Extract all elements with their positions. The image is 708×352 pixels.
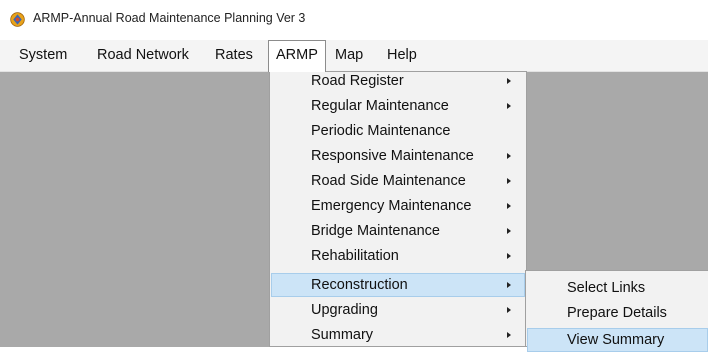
submenu-arrow-icon — [507, 153, 511, 159]
menu-item-label: Emergency Maintenance — [311, 198, 472, 214]
submenu-arrow-icon — [507, 253, 511, 259]
menu-item-road-side-maintenance[interactable]: Road Side Maintenance — [271, 169, 525, 193]
submenu-item-view-summary[interactable]: View Summary — [527, 328, 708, 352]
menu-road-network[interactable]: Road Network — [90, 40, 196, 71]
menu-item-rehabilitation[interactable]: Rehabilitation — [271, 244, 525, 268]
menu-map[interactable]: Map — [328, 40, 370, 71]
submenu-item-prepare-details[interactable]: Prepare Details — [527, 301, 708, 325]
menu-item-summary[interactable]: Summary — [271, 323, 525, 347]
menu-item-periodic-maintenance[interactable]: Periodic Maintenance — [271, 119, 525, 143]
menu-item-label: Periodic Maintenance — [311, 123, 451, 139]
menu-item-emergency-maintenance[interactable]: Emergency Maintenance — [271, 194, 525, 218]
submenu-item-label: Prepare Details — [567, 305, 667, 321]
menu-item-label: Regular Maintenance — [311, 98, 449, 114]
menu-item-upgrading[interactable]: Upgrading — [271, 298, 525, 322]
menu-item-responsive-maintenance[interactable]: Responsive Maintenance — [271, 144, 525, 168]
menu-item-label: Reconstruction — [311, 277, 408, 293]
submenu-arrow-icon — [507, 228, 511, 234]
menu-rates[interactable]: Rates — [208, 40, 260, 71]
menu-system[interactable]: System — [12, 40, 74, 71]
menu-item-label: Bridge Maintenance — [311, 223, 440, 239]
menu-item-label: Summary — [311, 327, 374, 343]
menu-item-reconstruction[interactable]: Reconstruction — [271, 273, 525, 297]
armp-dropdown-menu: Road Register Regular Maintenance Period… — [269, 71, 527, 347]
menu-item-label: Upgrading — [311, 302, 378, 318]
menu-item-label: Road Side Maintenance — [311, 173, 466, 189]
menu-item-road-register[interactable]: Road Register — [271, 69, 525, 93]
menu-item-label: Rehabilitation — [311, 248, 399, 264]
submenu-arrow-icon — [507, 78, 511, 84]
submenu-arrow-icon — [507, 178, 511, 184]
menu-bar: System Road Network Rates ARMP Map Help — [0, 40, 708, 72]
app-logo-icon — [10, 12, 25, 27]
title-bar: ARMP-Annual Road Maintenance Planning Ve… — [0, 0, 708, 40]
menu-item-label: Responsive Maintenance — [311, 148, 474, 164]
window-title: ARMP-Annual Road Maintenance Planning Ve… — [33, 11, 306, 25]
menu-help[interactable]: Help — [380, 40, 424, 71]
reconstruction-submenu: Select Links Prepare Details View Summar… — [525, 270, 708, 352]
submenu-arrow-icon — [507, 307, 511, 313]
menu-armp[interactable]: ARMP — [268, 40, 326, 72]
submenu-arrow-icon — [507, 282, 511, 288]
menu-item-regular-maintenance[interactable]: Regular Maintenance — [271, 94, 525, 118]
submenu-item-label: Select Links — [567, 280, 646, 296]
menu-item-bridge-maintenance[interactable]: Bridge Maintenance — [271, 219, 525, 243]
submenu-arrow-icon — [507, 203, 511, 209]
submenu-item-select-links[interactable]: Select Links — [527, 276, 708, 300]
menu-item-label: Road Register — [311, 73, 404, 89]
submenu-arrow-icon — [507, 332, 511, 338]
submenu-arrow-icon — [507, 103, 511, 109]
submenu-item-label: View Summary — [567, 332, 665, 348]
